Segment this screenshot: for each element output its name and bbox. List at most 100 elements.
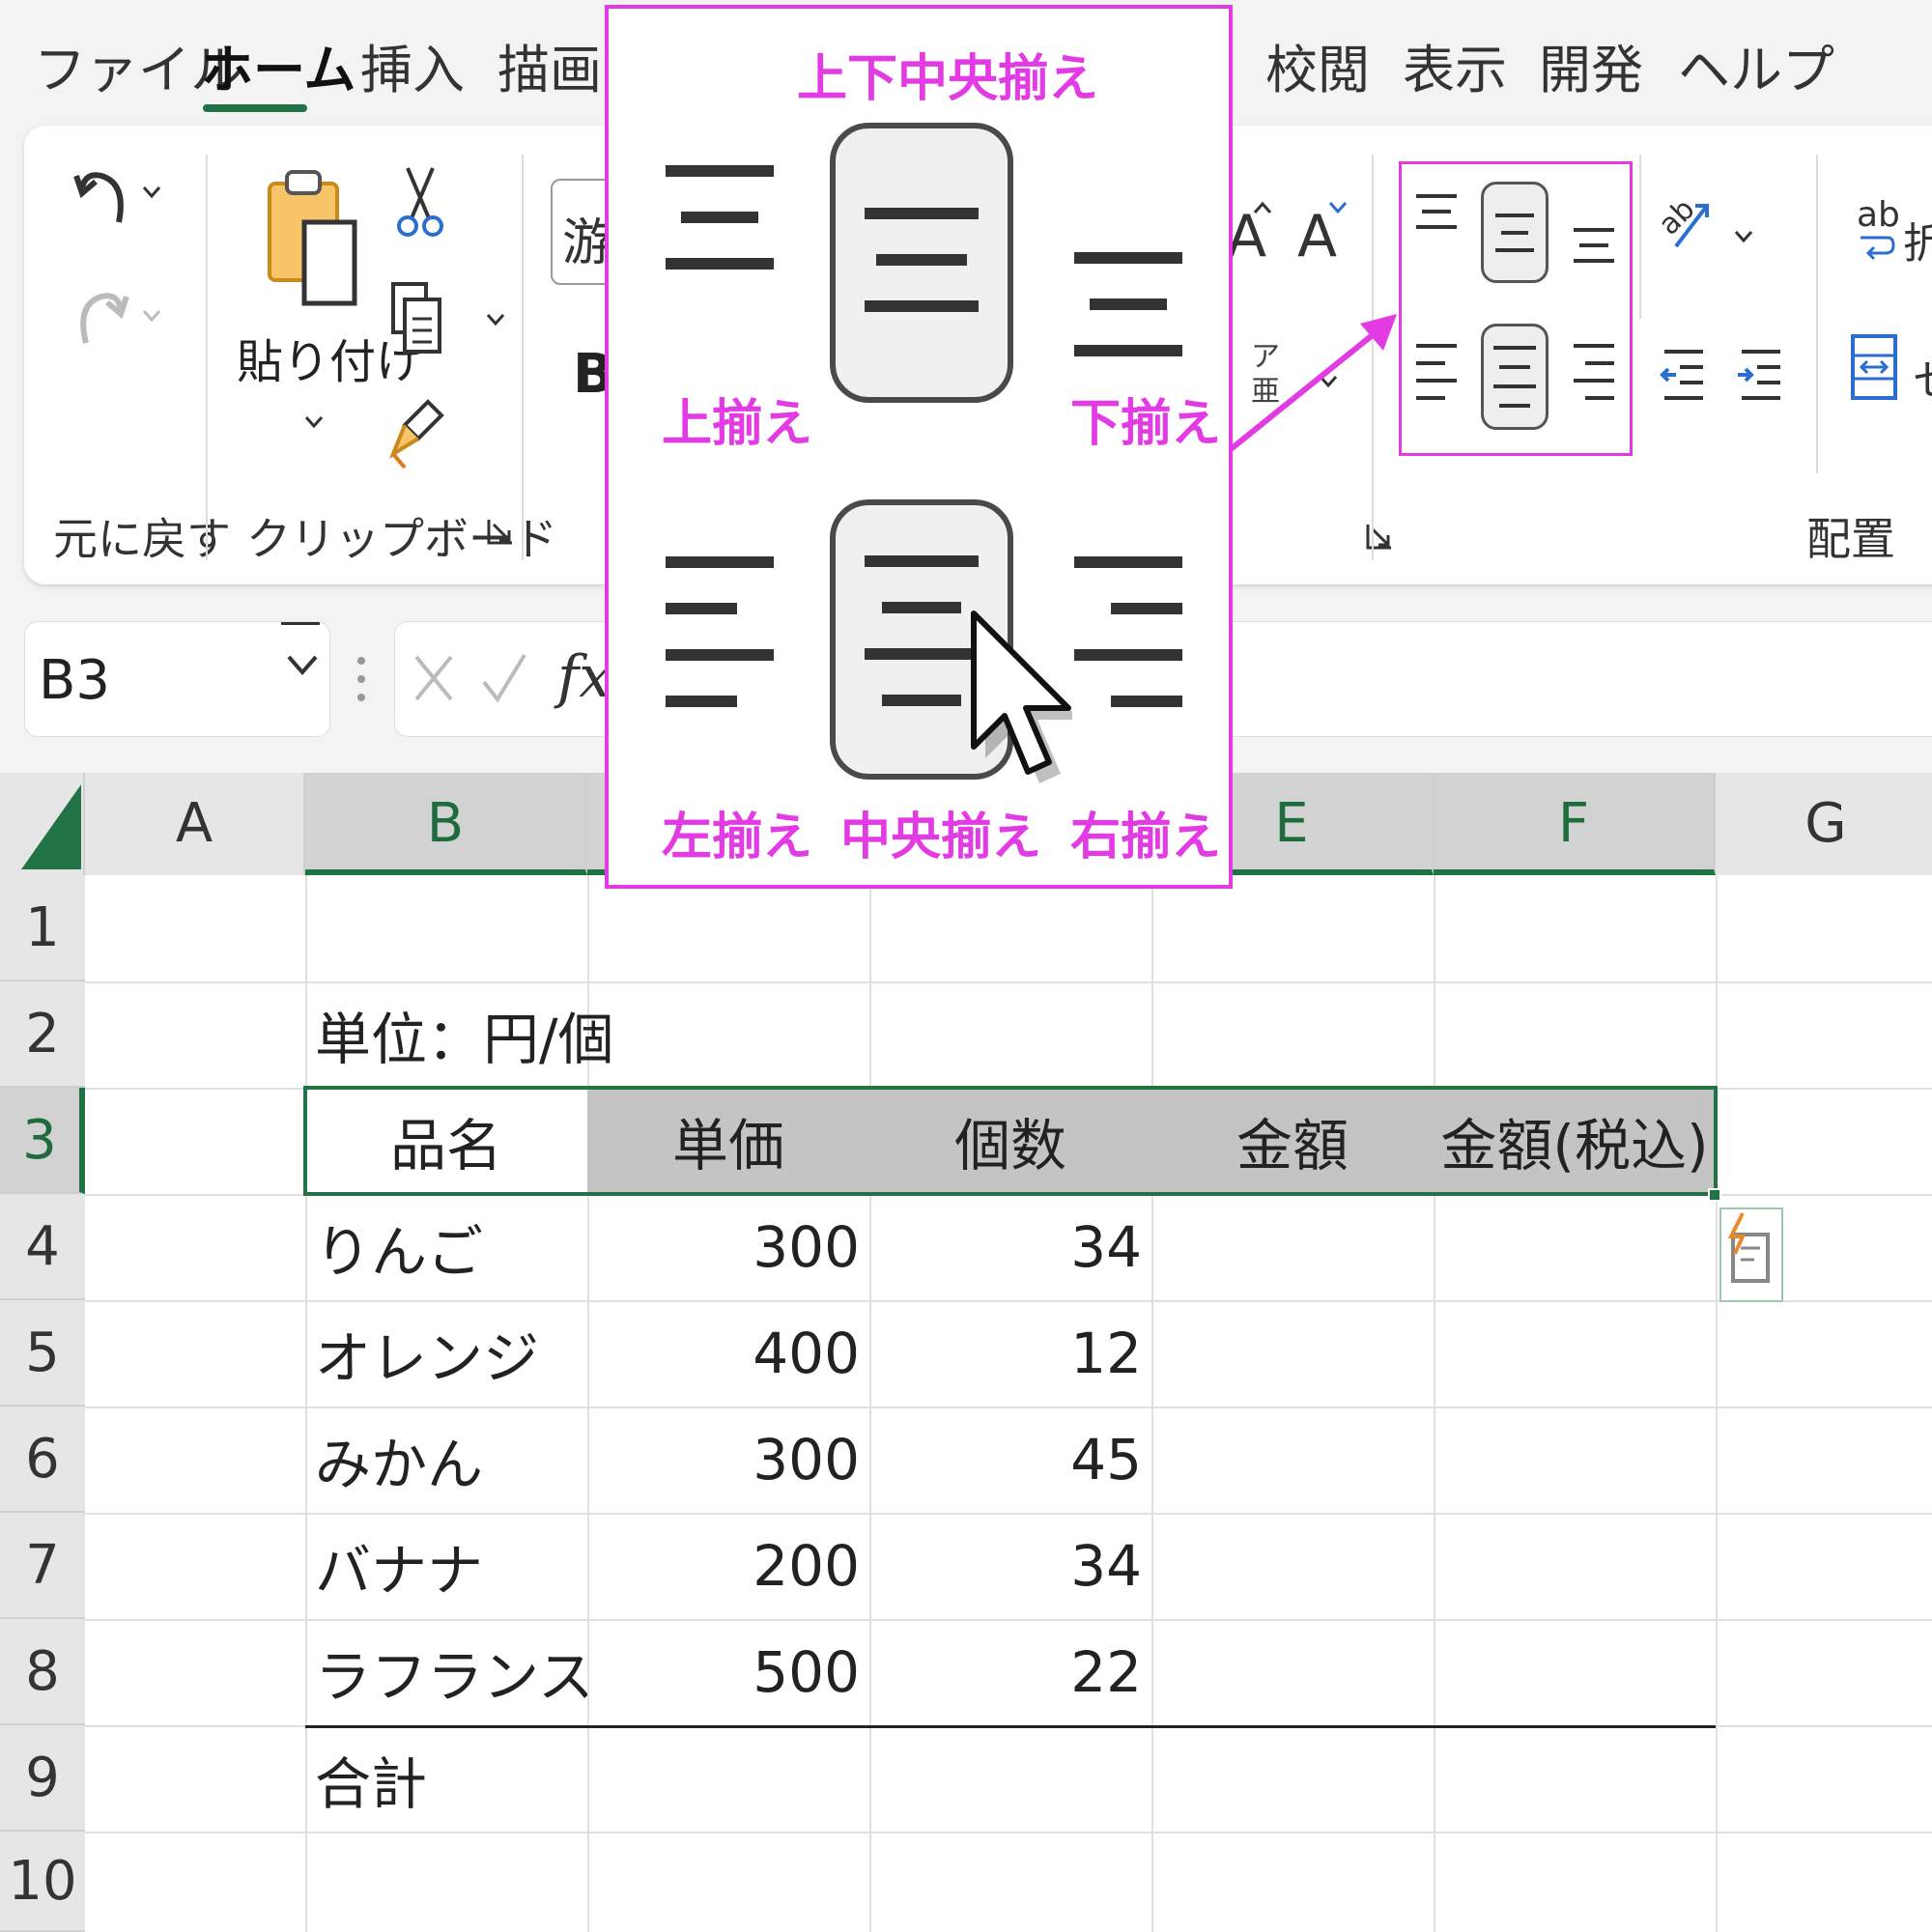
- row-header-8[interactable]: 8: [0, 1619, 85, 1725]
- center-align-button[interactable]: [1481, 324, 1548, 430]
- insert-function-button[interactable]: fx: [557, 643, 611, 711]
- grid-line: [1151, 875, 1153, 1932]
- grow-font-caret-icon: [1253, 201, 1272, 214]
- cell-c3[interactable]: 単価: [587, 1088, 869, 1194]
- ribbon-separator: [1816, 155, 1818, 473]
- cell-c7[interactable]: 200: [587, 1513, 869, 1619]
- font-launcher-icon[interactable]: [1365, 522, 1394, 551]
- middle-align-title: 上下中央揃え: [797, 50, 1099, 108]
- merge-center-icon[interactable]: [1850, 333, 1898, 401]
- name-box-top-mark: [281, 622, 320, 625]
- cell-c6[interactable]: 300: [587, 1406, 869, 1513]
- redo-button[interactable]: [72, 275, 130, 353]
- row-header-1[interactable]: 1: [0, 875, 85, 981]
- column-header-g[interactable]: G: [1716, 773, 1932, 875]
- shrink-font-caret-icon: [1328, 201, 1348, 214]
- bottom-align-label: 下揃え: [1070, 395, 1222, 453]
- cancel-icon[interactable]: [412, 649, 457, 711]
- undo-dropdown-icon[interactable]: [142, 185, 161, 199]
- tab-view[interactable]: 表示: [1403, 27, 1507, 103]
- cell-d6[interactable]: 45: [869, 1406, 1151, 1513]
- cell-c8[interactable]: 500: [587, 1619, 869, 1725]
- copy-icon[interactable]: [389, 280, 443, 357]
- cell-b7[interactable]: バナナ: [305, 1513, 587, 1619]
- enter-check-icon[interactable]: [480, 649, 528, 711]
- select-all-corner[interactable]: [0, 773, 85, 875]
- tab-help[interactable]: ヘルプ: [1678, 27, 1834, 103]
- top-align-icon[interactable]: [1412, 188, 1461, 246]
- bottom-align-icon[interactable]: [1570, 213, 1618, 270]
- cell-e3[interactable]: 金額: [1151, 1088, 1434, 1194]
- tab-insert[interactable]: 挿入: [360, 27, 465, 103]
- cell-f3[interactable]: 金額(税込): [1434, 1088, 1716, 1194]
- zoom-top-align-icon: [662, 163, 778, 283]
- callout-arrow-icon: [1227, 304, 1410, 463]
- undo-button[interactable]: [72, 155, 130, 232]
- redo-dropdown-icon: [142, 309, 161, 323]
- right-align-icon[interactable]: [1570, 338, 1618, 406]
- top-align-label: 上揃え: [662, 395, 813, 453]
- row-header-7[interactable]: 7: [0, 1513, 85, 1619]
- zoom-middle-align-button: [830, 123, 1013, 403]
- svg-text:ab: ab: [1657, 192, 1701, 242]
- zoom-left-align-icon: [662, 554, 778, 723]
- ribbon-separator: [522, 155, 524, 560]
- quick-analysis-button[interactable]: [1719, 1208, 1783, 1302]
- column-header-a[interactable]: A: [85, 773, 305, 875]
- cut-icon[interactable]: [396, 164, 444, 242]
- tab-developer[interactable]: 開発: [1539, 27, 1643, 103]
- name-box[interactable]: B3: [24, 621, 330, 737]
- column-header-b[interactable]: B: [305, 773, 587, 875]
- cell-b2[interactable]: 単位：円/個: [305, 981, 769, 1088]
- cell-b3[interactable]: 品名: [305, 1088, 587, 1194]
- name-box-dropdown-icon[interactable]: [286, 653, 319, 680]
- zoom-right-align-icon: [1070, 554, 1186, 723]
- grid-line: [1434, 875, 1435, 1932]
- row-header-3[interactable]: 3: [0, 1088, 85, 1194]
- increase-indent-icon[interactable]: [1736, 346, 1786, 404]
- zoom-bottom-align-icon: [1070, 244, 1186, 364]
- cell-c5[interactable]: 400: [587, 1300, 869, 1406]
- row-header-10[interactable]: 10: [0, 1832, 85, 1932]
- tab-draw[interactable]: 描画: [497, 27, 602, 103]
- cell-b9[interactable]: 合計: [305, 1727, 587, 1832]
- cell-d7[interactable]: 34: [869, 1513, 1151, 1619]
- left-align-icon[interactable]: [1412, 338, 1461, 406]
- cell-d4[interactable]: 34: [869, 1194, 1151, 1300]
- grid-line: [1716, 875, 1718, 1932]
- wrap-text-label[interactable]: 折: [1903, 209, 1932, 270]
- decrease-indent-icon[interactable]: [1659, 346, 1709, 404]
- middle-align-button[interactable]: [1481, 182, 1548, 283]
- cell-b4[interactable]: りんご: [305, 1194, 587, 1300]
- row-header-5[interactable]: 5: [0, 1300, 85, 1406]
- clipboard-launcher-icon[interactable]: [486, 517, 515, 546]
- cell-b8[interactable]: ラフランス: [305, 1619, 587, 1725]
- cell-c4[interactable]: 300: [587, 1194, 869, 1300]
- cell-d3[interactable]: 個数: [869, 1088, 1151, 1194]
- paste-icon[interactable]: [264, 164, 360, 309]
- orientation-dropdown-icon[interactable]: [1734, 230, 1753, 243]
- ribbon-separator: [206, 155, 208, 560]
- row-header-9[interactable]: 9: [0, 1725, 85, 1832]
- paste-dropdown-icon[interactable]: [304, 415, 324, 429]
- merge-center-label[interactable]: セ: [1913, 346, 1932, 408]
- row-header-4[interactable]: 4: [0, 1194, 85, 1300]
- cell-d8[interactable]: 22: [869, 1619, 1151, 1725]
- orientation-icon[interactable]: ab: [1657, 188, 1715, 256]
- row-header-6[interactable]: 6: [0, 1406, 85, 1513]
- name-box-value: B3: [39, 649, 111, 712]
- format-painter-icon[interactable]: [389, 396, 447, 473]
- cell-d5[interactable]: 12: [869, 1300, 1151, 1406]
- cell-b6[interactable]: みかん: [305, 1406, 587, 1513]
- row-header-2[interactable]: 2: [0, 981, 85, 1088]
- tab-home[interactable]: ホーム: [201, 27, 355, 103]
- tab-review[interactable]: 校閲: [1265, 27, 1370, 103]
- formula-bar-resize-icon[interactable]: [355, 655, 367, 707]
- alignment-zoom-callout: 上下中央揃え 上揃え 下揃え 左揃え 中央揃え 右揃え: [605, 5, 1233, 889]
- wrap-text-icon-label[interactable]: ab: [1857, 195, 1900, 235]
- fill-handle[interactable]: [1708, 1188, 1721, 1202]
- copy-dropdown-icon[interactable]: [486, 313, 505, 327]
- column-header-f[interactable]: F: [1434, 773, 1716, 875]
- grid-line: [85, 1832, 1932, 1833]
- cell-b5[interactable]: オレンジ: [305, 1300, 587, 1406]
